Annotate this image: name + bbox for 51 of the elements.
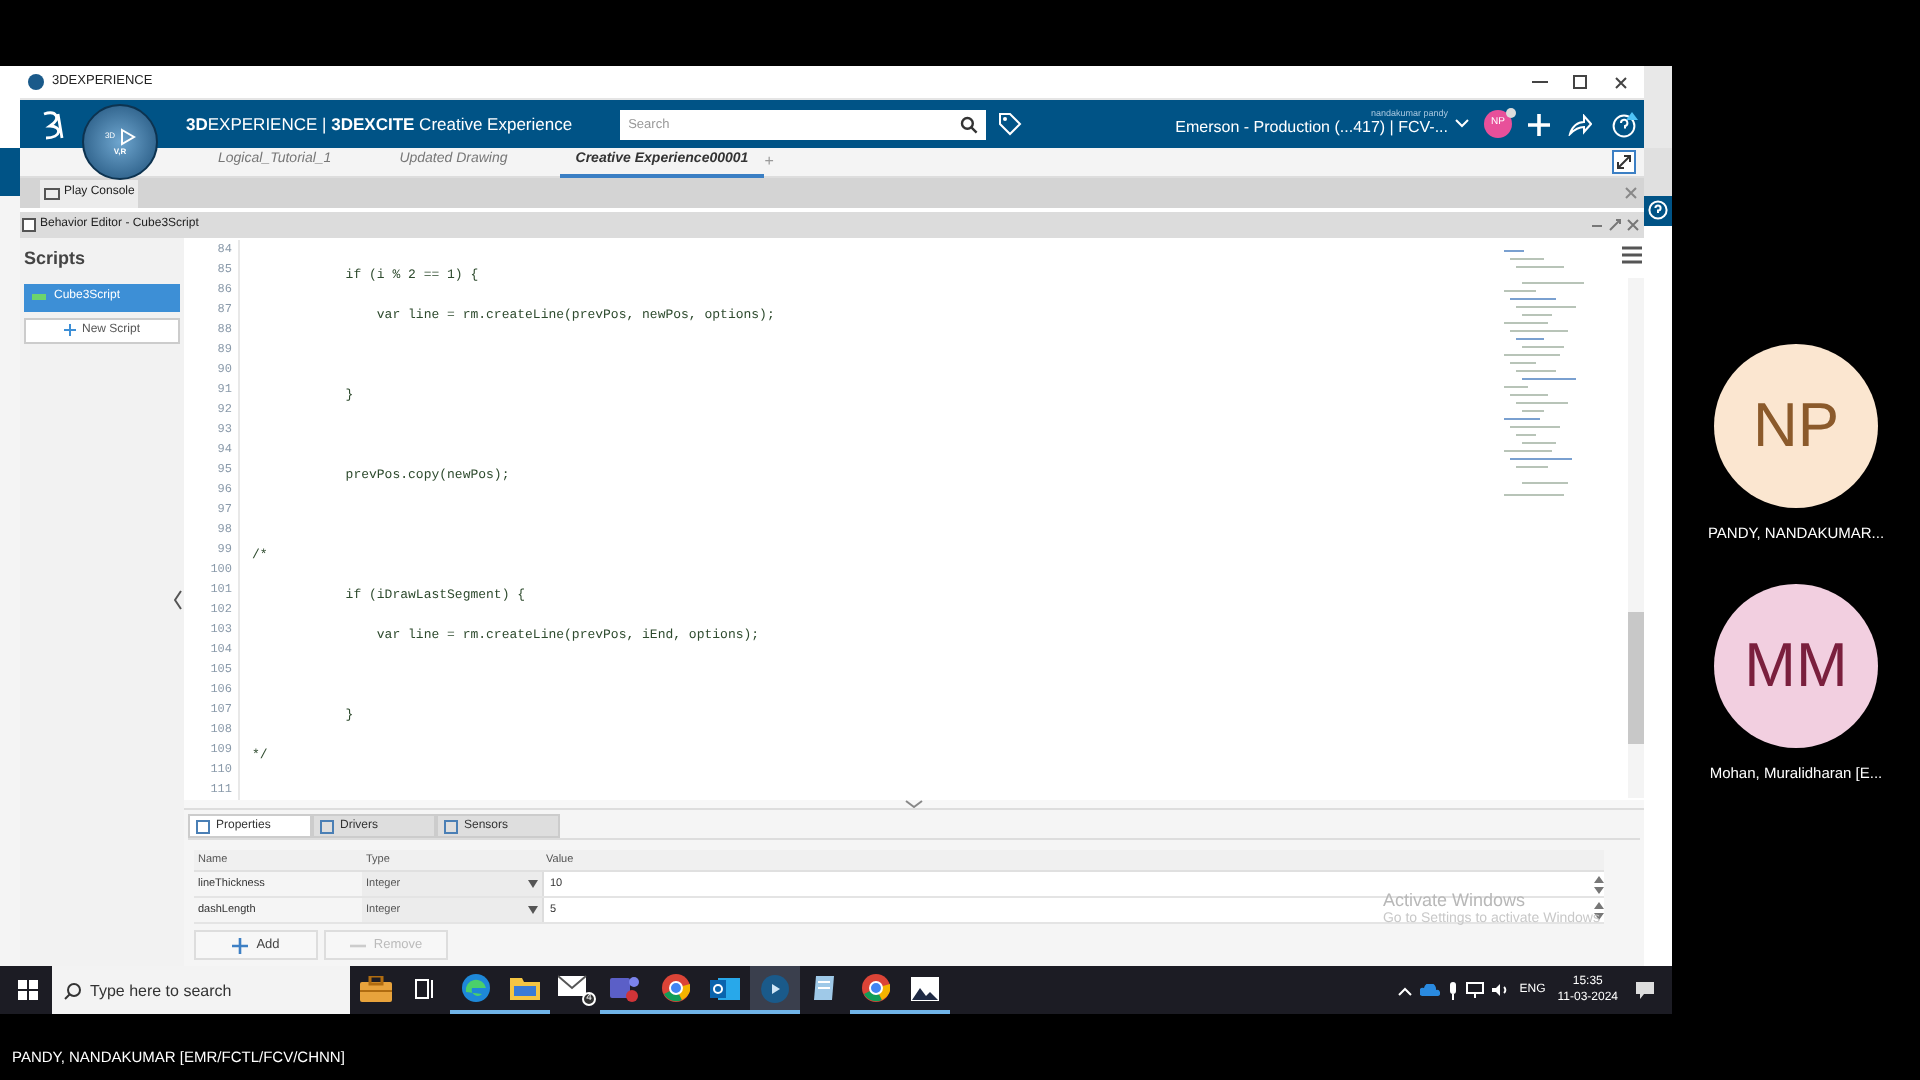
browser-icon[interactable] xyxy=(861,974,889,1002)
search-icon[interactable] xyxy=(960,115,979,133)
menu-icon[interactable] xyxy=(1622,246,1642,264)
microphone-icon[interactable] xyxy=(1447,981,1458,999)
close-icon[interactable] xyxy=(1613,75,1627,89)
participant-avatar: MM xyxy=(1713,584,1878,749)
collapse-chevron-icon[interactable] xyxy=(174,590,182,610)
chat-app-icon[interactable] xyxy=(610,974,640,1002)
briefcase-icon[interactable] xyxy=(359,975,391,1001)
sidebar-heading: Scripts xyxy=(24,246,88,272)
task-view-icon[interactable] xyxy=(414,977,436,999)
speaker-icon[interactable] xyxy=(1491,982,1510,998)
chevron-up-icon[interactable] xyxy=(1397,985,1412,995)
picture-icon[interactable] xyxy=(910,975,940,1001)
tab-icon xyxy=(444,819,458,833)
notification-icon[interactable] xyxy=(1636,981,1654,999)
expand-icon[interactable] xyxy=(1608,218,1622,232)
share-icon[interactable] xyxy=(1568,113,1592,135)
play-icon xyxy=(119,127,136,145)
browser-icon[interactable] xyxy=(661,974,689,1002)
console-icon xyxy=(44,187,60,199)
plus-icon[interactable] xyxy=(1528,113,1550,135)
participant-avatar: NP xyxy=(1713,344,1878,508)
spinner-icon[interactable] xyxy=(1594,875,1604,893)
mail-app-icon[interactable] xyxy=(710,975,740,1001)
scrollbar[interactable] xyxy=(1628,278,1644,798)
app-brand: 3DEXPERIENCE | 3DEXCITE Creative Experience xyxy=(186,111,573,137)
folder-icon[interactable] xyxy=(510,976,540,1000)
dropdown-arrow-icon xyxy=(528,906,538,914)
search-icon xyxy=(64,981,82,999)
tenant-name[interactable]: Emerson - Production (...417) | FCV-... xyxy=(1175,118,1448,139)
windows-logo-icon[interactable] xyxy=(18,980,38,1000)
help-icon[interactable] xyxy=(1612,111,1638,137)
dropdown-arrow-icon xyxy=(528,880,538,888)
tab-icon xyxy=(320,819,334,833)
cloud-icon[interactable] xyxy=(1419,984,1440,996)
tag-icon[interactable] xyxy=(998,112,1023,136)
collapse-icon[interactable] xyxy=(1612,150,1636,174)
app-icon xyxy=(28,74,44,90)
plus-icon xyxy=(232,937,249,953)
script-status-icon xyxy=(32,294,46,300)
tab-icon xyxy=(196,819,210,833)
network-icon[interactable] xyxy=(1465,982,1484,998)
panel-icon xyxy=(22,218,36,232)
taskbar-search-field[interactable]: Type here to search xyxy=(52,966,350,1014)
plus-icon xyxy=(63,324,76,336)
notepad-icon[interactable] xyxy=(812,974,838,1002)
browser-icon[interactable] xyxy=(461,974,489,1002)
scrollbar-thumb[interactable] xyxy=(1628,612,1644,744)
help-icon[interactable] xyxy=(1648,200,1668,220)
compass-app-icon[interactable] xyxy=(760,973,790,1003)
